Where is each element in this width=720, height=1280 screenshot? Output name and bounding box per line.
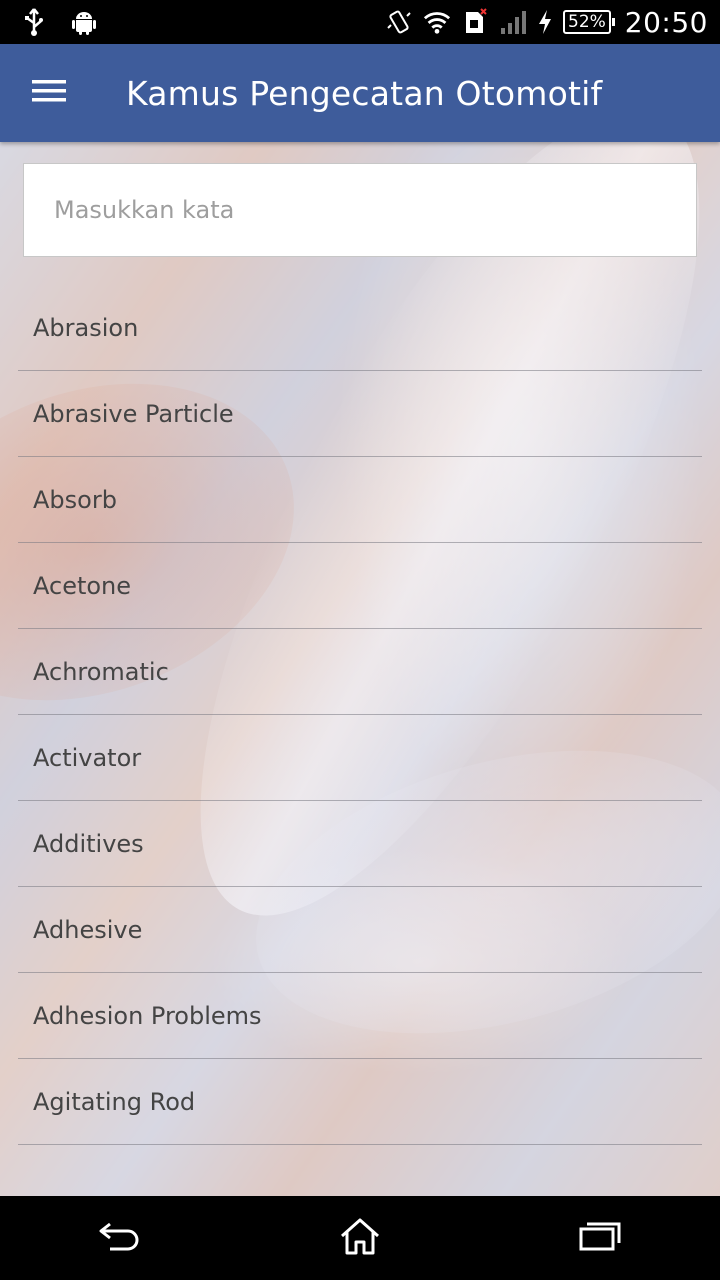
wifi-icon bbox=[423, 8, 451, 36]
search-box bbox=[23, 163, 697, 257]
list-item[interactable]: Additives bbox=[18, 801, 702, 887]
hamburger-menu-icon bbox=[32, 79, 66, 107]
search-input[interactable] bbox=[54, 164, 696, 256]
home-icon bbox=[338, 1216, 382, 1260]
signal-icon bbox=[499, 8, 527, 36]
main-content: Abrasion Abrasive Particle Absorb Aceton… bbox=[0, 142, 720, 1196]
usb-icon bbox=[20, 8, 48, 36]
navigation-bar bbox=[0, 1196, 720, 1280]
menu-button[interactable] bbox=[0, 44, 98, 142]
app-title: Kamus Pengecatan Otomotif bbox=[126, 73, 603, 113]
list-item[interactable]: Achromatic bbox=[18, 629, 702, 715]
app-bar: Kamus Pengecatan Otomotif bbox=[0, 44, 720, 142]
clock: 20:50 bbox=[624, 5, 708, 39]
list-item[interactable]: Abrasive Particle bbox=[18, 371, 702, 457]
list-item[interactable]: Adhesion Problems bbox=[18, 973, 702, 1059]
word-list: Abrasion Abrasive Particle Absorb Aceton… bbox=[18, 285, 702, 1145]
status-bar: 52% 20:50 bbox=[0, 0, 720, 44]
list-item[interactable]: Absorb bbox=[18, 457, 702, 543]
sim-icon bbox=[461, 8, 489, 36]
charging-icon bbox=[537, 8, 553, 36]
list-item[interactable]: Agitating Rod bbox=[18, 1059, 702, 1145]
list-item[interactable]: Abrasion bbox=[18, 285, 702, 371]
list-item[interactable]: Activator bbox=[18, 715, 702, 801]
list-item[interactable]: Acetone bbox=[18, 543, 702, 629]
vibrate-icon bbox=[385, 8, 413, 36]
recent-apps-icon bbox=[578, 1219, 622, 1257]
home-button[interactable] bbox=[300, 1196, 420, 1280]
back-icon bbox=[98, 1221, 142, 1255]
back-button[interactable] bbox=[60, 1196, 180, 1280]
list-item[interactable]: Adhesive bbox=[18, 887, 702, 973]
recent-apps-button[interactable] bbox=[540, 1196, 660, 1280]
battery-indicator: 52% bbox=[563, 10, 615, 34]
android-icon bbox=[70, 8, 98, 36]
